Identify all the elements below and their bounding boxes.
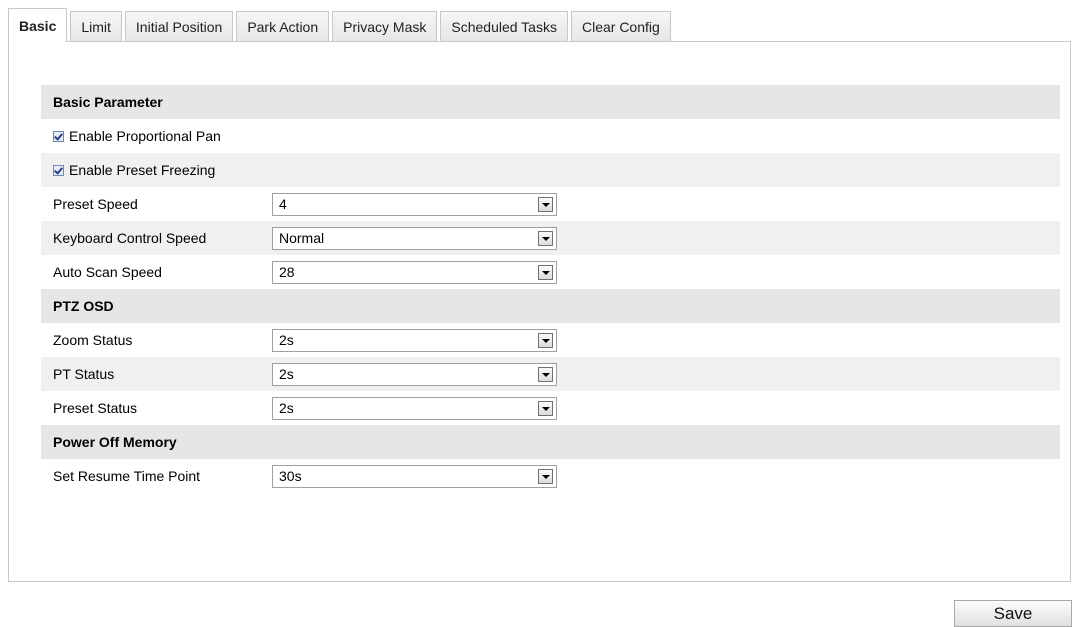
resume-time-point-select[interactable]: 30s [272,464,557,488]
auto-scan-speed-value: 28 [279,264,295,280]
pt-status-value: 2s [279,366,294,382]
section-title: Basic Parameter [53,94,163,110]
auto-scan-speed-select[interactable]: 28 [272,260,557,284]
preset-status-label: Preset Status [53,400,138,416]
zoom-status-value: 2s [279,332,294,348]
tab-bar: Basic Limit Initial Position Park Action… [8,8,674,42]
section-title: Power Off Memory [53,434,177,450]
proportional-pan-row: Enable Proportional Pan [41,119,1060,153]
zoom-status-row: Zoom Status 2s [41,323,1060,357]
section-title: PTZ OSD [53,298,114,314]
chevron-down-icon[interactable] [538,332,553,348]
preset-speed-row: Preset Speed 4 [41,187,1060,221]
keyboard-control-speed-value: Normal [279,230,325,246]
zoom-status-label: Zoom Status [53,332,133,348]
resume-time-point-row: Set Resume Time Point 30s [41,459,1060,493]
tab-privacy-mask[interactable]: Privacy Mask [332,11,438,41]
preset-freezing-checkbox[interactable] [53,164,64,176]
settings-form: Basic Parameter Enable Proportional Pan … [41,85,1060,493]
tab-limit[interactable]: Limit [70,11,122,41]
pt-status-row: PT Status 2s [41,357,1060,391]
preset-speed-label: Preset Speed [53,196,138,212]
chevron-down-icon[interactable] [538,230,553,246]
tab-clear-config[interactable]: Clear Config [570,11,671,41]
pt-status-label: PT Status [53,366,115,382]
keyboard-control-speed-label: Keyboard Control Speed [53,230,207,246]
auto-scan-speed-label: Auto Scan Speed [53,264,162,280]
keyboard-control-speed-row: Keyboard Control Speed Normal [41,221,1060,255]
tab-scheduled-tasks[interactable]: Scheduled Tasks [440,11,568,41]
tab-park-action[interactable]: Park Action [236,11,330,41]
zoom-status-select[interactable]: 2s [272,328,557,352]
chevron-down-icon[interactable] [538,196,553,212]
proportional-pan-label[interactable]: Enable Proportional Pan [69,128,221,144]
section-header-ptz-osd: PTZ OSD [41,289,1060,323]
resume-time-point-value: 30s [279,468,302,484]
resume-time-point-label: Set Resume Time Point [53,468,201,484]
settings-panel: Basic Parameter Enable Proportional Pan … [8,41,1071,582]
auto-scan-speed-row: Auto Scan Speed 28 [41,255,1060,289]
chevron-down-icon[interactable] [538,264,553,280]
save-button[interactable]: Save [954,600,1072,627]
preset-freezing-label[interactable]: Enable Preset Freezing [69,162,215,178]
preset-freezing-row: Enable Preset Freezing [41,153,1060,187]
preset-status-value: 2s [279,400,294,416]
proportional-pan-checkbox[interactable] [53,130,64,142]
chevron-down-icon[interactable] [538,468,553,484]
keyboard-control-speed-select[interactable]: Normal [272,226,557,250]
chevron-down-icon[interactable] [538,366,553,382]
pt-status-select[interactable]: 2s [272,362,557,386]
preset-speed-select[interactable]: 4 [272,192,557,216]
preset-status-row: Preset Status 2s [41,391,1060,425]
tab-basic[interactable]: Basic [8,8,68,42]
section-header-power-off-memory: Power Off Memory [41,425,1060,459]
chevron-down-icon[interactable] [538,400,553,416]
preset-status-select[interactable]: 2s [272,396,557,420]
tab-initial-position[interactable]: Initial Position [124,11,234,41]
preset-speed-value: 4 [279,196,287,212]
section-header-basic-parameter: Basic Parameter [41,85,1060,119]
